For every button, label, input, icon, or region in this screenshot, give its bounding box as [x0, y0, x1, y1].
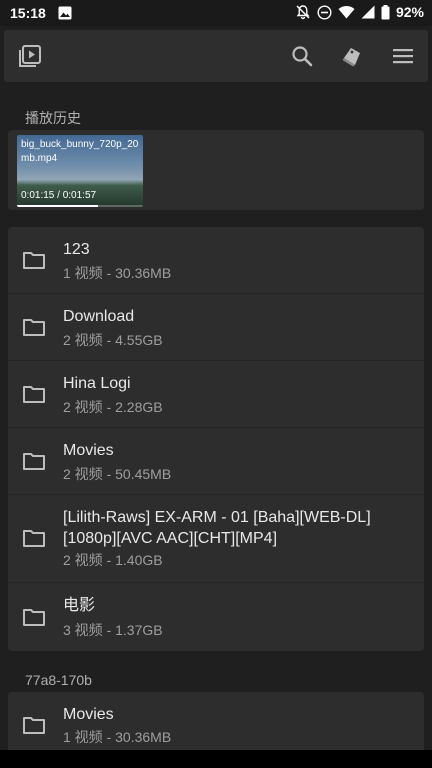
- folder-icon: [23, 386, 45, 403]
- status-time: 15:18: [10, 5, 46, 21]
- folder-name: Download: [63, 308, 135, 325]
- storage-section-label: 77a8-170b: [25, 672, 92, 688]
- folder-name: 123: [63, 241, 90, 258]
- tags-icon[interactable]: [340, 44, 364, 68]
- history-progress-bar: [17, 205, 143, 207]
- folder-row-hina-logi[interactable]: Hina Logi 2 视频 - 2.28GB: [8, 361, 424, 428]
- history-video-time: 0:01:15 / 0:01:57: [21, 190, 97, 201]
- wifi-icon: [338, 6, 355, 19]
- do-not-disturb-icon: [317, 4, 332, 20]
- video-library-icon[interactable]: [18, 44, 42, 68]
- folder-meta: 2 视频 - 50.45MB: [63, 466, 172, 482]
- history-progress-fill: [17, 205, 98, 207]
- folder-icon: [23, 453, 45, 470]
- folder-icon: [23, 252, 45, 269]
- folder-name: [Lilith-Raws] EX-ARM - 01 [Baha][WEB-DL]…: [63, 509, 371, 547]
- folder-name: Movies: [63, 442, 114, 459]
- storage2-folder-list: Movies 1 视频 - 30.36MB: [8, 692, 424, 750]
- bell-off-icon: [296, 5, 310, 20]
- folder-icon: [23, 717, 45, 734]
- folder-list: 123 1 视频 - 30.36MB Download 2 视频 - 4.55G…: [8, 227, 424, 651]
- history-section-label: 播放历史: [25, 110, 81, 126]
- folder-row-movies-sd[interactable]: Movies 1 视频 - 30.36MB: [8, 692, 424, 750]
- folder-row-download[interactable]: Download 2 视频 - 4.55GB: [8, 294, 424, 361]
- history-video-thumbnail[interactable]: big_buck_bunny_720p_20mb.mp4 0:01:15 / 0…: [17, 135, 143, 207]
- folder-row-movies[interactable]: Movies 2 视频 - 50.45MB: [8, 428, 424, 495]
- folder-name: 电影: [63, 597, 96, 614]
- battery-icon: [381, 4, 390, 19]
- folder-row-123[interactable]: 123 1 视频 - 30.36MB: [8, 227, 424, 294]
- folder-icon: [23, 609, 45, 626]
- folder-meta: 1 视频 - 30.36MB: [63, 265, 172, 281]
- top-toolbar: [4, 30, 428, 82]
- status-icons: 92%: [295, 4, 424, 20]
- folder-meta: 2 视频 - 4.55GB: [63, 332, 163, 348]
- battery-percent: 92%: [395, 4, 424, 20]
- folder-name: Movies: [63, 706, 114, 723]
- status-bar: 15:18 92%: [0, 0, 432, 26]
- search-icon[interactable]: [290, 44, 314, 68]
- folder-meta: 2 视频 - 2.28GB: [63, 399, 163, 415]
- folder-icon: [23, 530, 45, 547]
- folder-row-dianying[interactable]: 电影 3 视频 - 1.37GB: [8, 583, 424, 651]
- folder-row-lilith-raws[interactable]: [Lilith-Raws] EX-ARM - 01 [Baha][WEB-DL]…: [8, 495, 424, 583]
- folder-meta: 2 视频 - 1.40GB: [63, 552, 163, 568]
- folder-name: Hina Logi: [63, 375, 131, 392]
- navigation-bar: [0, 750, 432, 768]
- history-card: big_buck_bunny_720p_20mb.mp4 0:01:15 / 0…: [8, 130, 424, 210]
- folder-meta: 1 视频 - 30.36MB: [63, 729, 172, 745]
- folder-meta: 3 视频 - 1.37GB: [63, 622, 163, 638]
- image-icon: [58, 6, 72, 20]
- signal-icon: [361, 5, 375, 19]
- folder-icon: [23, 319, 45, 336]
- history-video-title: big_buck_bunny_720p_20mb.mp4: [21, 139, 139, 164]
- menu-icon[interactable]: [391, 44, 415, 68]
